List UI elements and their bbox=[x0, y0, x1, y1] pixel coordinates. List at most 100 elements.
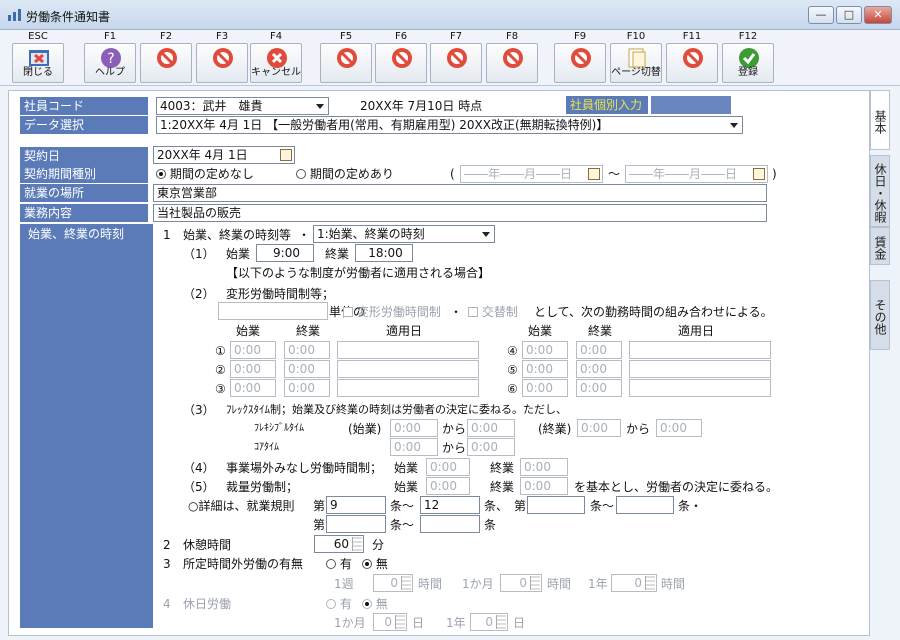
flex-end-from[interactable]: 0:00 bbox=[577, 419, 621, 437]
checkbox-icon[interactable] bbox=[343, 307, 353, 317]
tab-wage[interactable]: 賃金 bbox=[870, 227, 890, 265]
tilde: ～ bbox=[608, 167, 621, 181]
radio-icon[interactable] bbox=[362, 599, 372, 609]
calendar-icon[interactable] bbox=[280, 149, 292, 161]
hd-year-field[interactable]: 0 bbox=[470, 613, 508, 631]
spin-icon[interactable] bbox=[401, 576, 411, 590]
workplace-field[interactable]: 東京営業部 bbox=[153, 184, 767, 202]
shift-end-field[interactable]: 0:00 bbox=[576, 341, 622, 359]
apply-date-field[interactable] bbox=[337, 341, 479, 359]
overtime-yes-radio[interactable]: 有 bbox=[326, 556, 352, 572]
fkey-f3-button[interactable] bbox=[196, 43, 248, 83]
shift-end-field[interactable]: 0:00 bbox=[284, 379, 330, 397]
disc-start[interactable]: 0:00 bbox=[426, 477, 470, 495]
shift-end-field[interactable]: 0:00 bbox=[284, 360, 330, 378]
rest-field[interactable]: 60 bbox=[314, 535, 364, 553]
apply-date-field[interactable] bbox=[337, 379, 479, 397]
rule-field-6[interactable] bbox=[420, 515, 480, 533]
ot-week-field[interactable]: 0 bbox=[373, 574, 413, 592]
ot-month-field[interactable]: 0 bbox=[500, 574, 542, 592]
individual-input-field[interactable] bbox=[651, 96, 731, 114]
fkey-f7-button[interactable] bbox=[430, 43, 482, 83]
core-end[interactable]: 0:00 bbox=[467, 438, 515, 456]
holiday-no-radio[interactable]: 無 bbox=[362, 596, 388, 612]
fkey-f9-button[interactable] bbox=[554, 43, 606, 83]
checkbox-icon[interactable] bbox=[468, 307, 478, 317]
rule-field-3[interactable] bbox=[527, 496, 585, 514]
shift-start-field[interactable]: 0:00 bbox=[522, 341, 568, 359]
job-field[interactable]: 当社製品の販売 bbox=[153, 204, 767, 222]
shift-checkbox[interactable]: 交替制 bbox=[468, 304, 518, 320]
disc-end[interactable]: 0:00 bbox=[520, 477, 568, 495]
apply-date-field[interactable] bbox=[629, 341, 771, 359]
shift-start-field[interactable]: 0:00 bbox=[230, 360, 276, 378]
rule-field-1[interactable]: 9 bbox=[326, 496, 386, 514]
fkey-esc-button[interactable]: 閉じる bbox=[12, 43, 64, 83]
unit-field[interactable] bbox=[218, 302, 328, 320]
apply-date-field[interactable] bbox=[629, 360, 771, 378]
shift-end-field[interactable]: 0:00 bbox=[576, 360, 622, 378]
fkey-f1-button[interactable]: ? ヘルプ bbox=[84, 43, 136, 83]
flex-start-from[interactable]: 0:00 bbox=[390, 419, 438, 437]
fkey-f6: F6 bbox=[373, 30, 429, 86]
deemed-start[interactable]: 0:00 bbox=[426, 458, 470, 476]
period-fixed-radio[interactable]: 期間の定めあり bbox=[296, 166, 394, 182]
fkey-f10: F10 ページ切替 bbox=[608, 30, 664, 86]
contract-date-field[interactable]: 20XX年 4月 1日 bbox=[153, 146, 295, 164]
rule-field-2[interactable]: 12 bbox=[420, 496, 480, 514]
calendar-icon[interactable] bbox=[588, 168, 600, 180]
holiday-yes-radio[interactable]: 有 bbox=[326, 596, 352, 612]
deemed-end[interactable]: 0:00 bbox=[520, 458, 568, 476]
close-button[interactable]: ✕ bbox=[864, 6, 892, 24]
fkey-f12-button[interactable]: 登録 bbox=[722, 43, 774, 83]
calendar-icon[interactable] bbox=[753, 168, 765, 180]
fkey-f8-button[interactable] bbox=[486, 43, 538, 83]
core-start[interactable]: 0:00 bbox=[390, 438, 438, 456]
spin-icon[interactable] bbox=[645, 576, 655, 590]
overtime-no-radio[interactable]: 無 bbox=[362, 556, 388, 572]
radio-icon[interactable] bbox=[362, 559, 372, 569]
shift-start-field[interactable]: 0:00 bbox=[522, 379, 568, 397]
data-select-dropdown[interactable]: 1:20XX年 4月 1日 【一般労働者用(常用、有期雇用型) 20XX改正(無… bbox=[156, 116, 743, 134]
fkey-f10-button[interactable]: ページ切替 bbox=[610, 43, 662, 83]
employee-code-select[interactable]: 4003：武井 雄貴 bbox=[156, 97, 329, 115]
shift-start-field[interactable]: 0:00 bbox=[230, 341, 276, 359]
period-end-date[interactable]: ――年――月――日 bbox=[625, 165, 768, 183]
hours-type-select[interactable]: 1:始業、終業の時刻 bbox=[313, 225, 495, 243]
start-time-field[interactable]: 9:00 bbox=[256, 244, 314, 262]
spin-icon[interactable] bbox=[395, 615, 405, 629]
maximize-button[interactable]: □ bbox=[836, 6, 862, 24]
flex-end-to[interactable]: 0:00 bbox=[656, 419, 702, 437]
fkey-f2-button[interactable] bbox=[140, 43, 192, 83]
radio-icon[interactable] bbox=[326, 559, 336, 569]
shift-start-field[interactable]: 0:00 bbox=[230, 379, 276, 397]
hd-month-field[interactable]: 0 bbox=[373, 613, 407, 631]
radio-icon[interactable] bbox=[326, 599, 336, 609]
tab-other[interactable]: その他 bbox=[870, 280, 890, 350]
period-none-radio[interactable]: 期間の定めなし bbox=[156, 166, 254, 182]
rule-field-5[interactable] bbox=[326, 515, 386, 533]
radio-icon[interactable] bbox=[156, 169, 166, 179]
spin-icon[interactable] bbox=[352, 537, 362, 551]
radio-icon[interactable] bbox=[296, 169, 306, 179]
tab-holiday[interactable]: 休日・休暇 bbox=[870, 155, 890, 227]
fkey-f6-button[interactable] bbox=[375, 43, 427, 83]
flex-start-to[interactable]: 0:00 bbox=[467, 419, 515, 437]
end-time-field[interactable]: 18:00 bbox=[355, 244, 413, 262]
tab-basic[interactable]: 基本 bbox=[870, 90, 890, 150]
rule-field-4[interactable] bbox=[616, 496, 674, 514]
apply-date-field[interactable] bbox=[337, 360, 479, 378]
variable-checkbox[interactable]: 変形労働時間制 bbox=[343, 304, 441, 320]
shift-start-field[interactable]: 0:00 bbox=[522, 360, 568, 378]
fkey-f5-button[interactable] bbox=[320, 43, 372, 83]
spin-icon[interactable] bbox=[496, 615, 506, 629]
apply-date-field[interactable] bbox=[629, 379, 771, 397]
shift-end-field[interactable]: 0:00 bbox=[284, 341, 330, 359]
shift-end-field[interactable]: 0:00 bbox=[576, 379, 622, 397]
minimize-button[interactable]: — bbox=[808, 6, 834, 24]
ot-year-field[interactable]: 0 bbox=[611, 574, 657, 592]
period-start-date[interactable]: ――年――月――日 bbox=[460, 165, 603, 183]
fkey-f4-button[interactable]: キャンセル bbox=[250, 43, 302, 83]
spin-icon[interactable] bbox=[530, 576, 540, 590]
fkey-f11-button[interactable] bbox=[666, 43, 718, 83]
